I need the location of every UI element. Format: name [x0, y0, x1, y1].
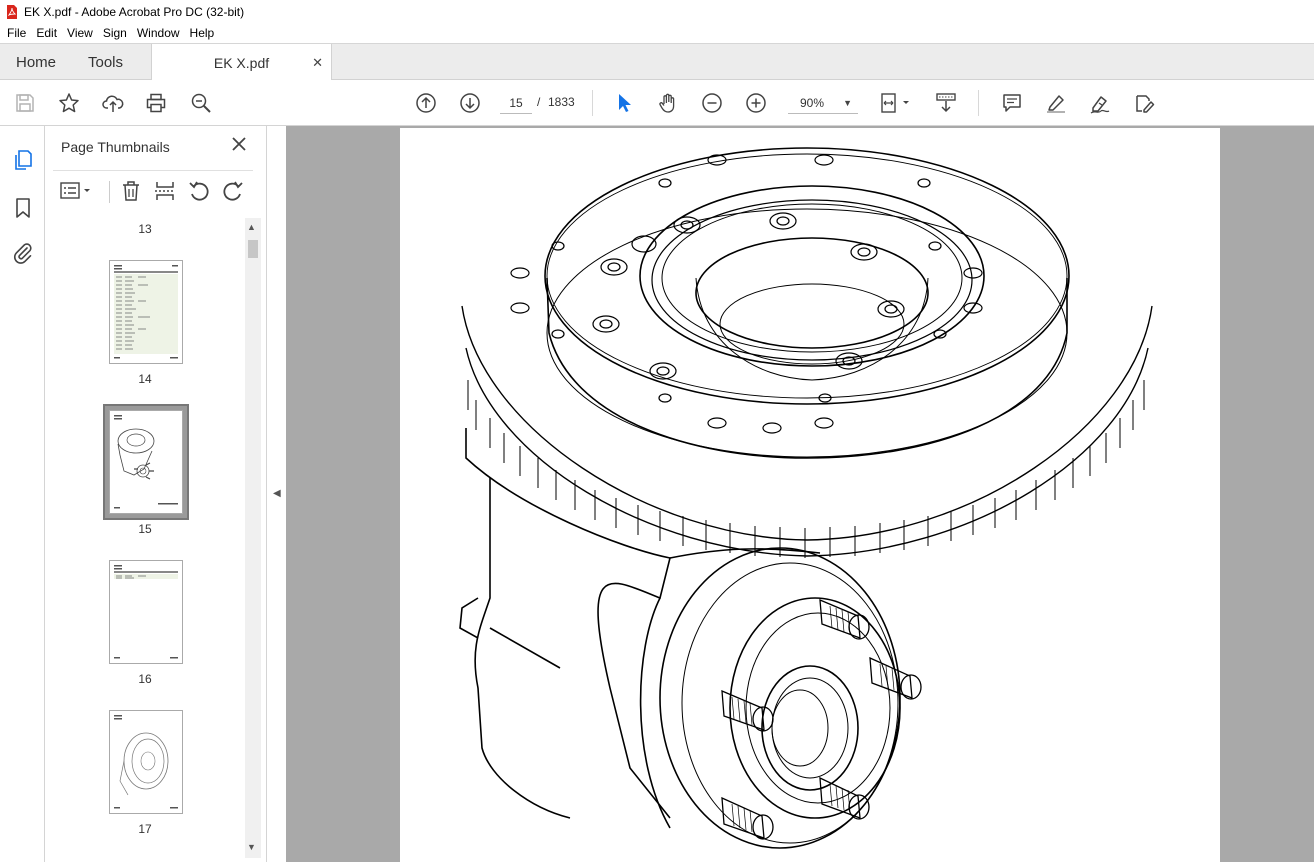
rotate-counterclockwise-icon[interactable] — [187, 179, 211, 203]
menu-window[interactable]: Window — [132, 26, 185, 40]
menu-bar: File Edit View Sign Window Help — [0, 23, 1314, 43]
thumbnail-scrollbar[interactable]: ▲ ▼ — [245, 218, 261, 858]
menu-help[interactable]: Help — [185, 26, 220, 40]
scroll-up-icon[interactable]: ▲ — [247, 222, 256, 232]
arrow-down-circle-icon[interactable] — [458, 91, 482, 115]
comment-icon[interactable] — [1000, 91, 1024, 115]
collapse-left-icon[interactable]: ◀ — [273, 488, 281, 499]
zoom-in-icon[interactable] — [744, 91, 768, 115]
scroll-mode-icon[interactable] — [934, 91, 958, 115]
table-thumbnail-image — [114, 565, 178, 659]
edit-pdf-icon[interactable] — [1132, 91, 1156, 115]
thumbnails-panel: Page Thumbnails 13 14 15 16 17 ▲ ▼ — [45, 126, 267, 862]
sign-icon[interactable] — [1088, 91, 1112, 115]
window-title: EK X.pdf - Adobe Acrobat Pro DC (32-bit) — [24, 4, 245, 19]
thumbnail-page-number: 14 — [138, 372, 152, 386]
parts-list-thumbnail-image — [114, 265, 178, 359]
acrobat-icon — [7, 4, 17, 19]
bookmark-icon[interactable] — [11, 196, 35, 220]
page-total: 1833 — [548, 95, 575, 109]
thumbnail-page-number: 17 — [138, 822, 152, 836]
highlight-icon[interactable] — [1044, 91, 1068, 115]
pointer-icon[interactable] — [612, 91, 636, 115]
navigation-rail — [0, 126, 45, 862]
thumbnail-page[interactable] — [109, 560, 183, 664]
zoom-level-value: 90% — [800, 96, 825, 110]
thumbnail-list[interactable]: 13 14 15 16 17 — [45, 216, 245, 862]
options-menu-icon[interactable] — [59, 179, 95, 203]
title-bar: EK X.pdf - Adobe Acrobat Pro DC (32-bit) — [0, 0, 1314, 23]
hand-icon[interactable] — [656, 91, 680, 115]
panel-collapse-handle[interactable]: ◀ — [268, 126, 286, 862]
attachment-icon[interactable] — [11, 240, 35, 264]
menu-view[interactable]: View — [62, 26, 98, 40]
drive-unit-thumbnail-image — [114, 415, 178, 509]
save-icon[interactable] — [13, 91, 37, 115]
menu-file[interactable]: File — [2, 26, 31, 40]
tab-document-label: EK X.pdf — [213, 54, 270, 71]
page-separator: / — [537, 95, 541, 109]
thumbnail-tools — [53, 170, 253, 210]
trash-icon[interactable] — [119, 179, 143, 203]
page-thumbnails-icon[interactable] — [11, 148, 35, 172]
thumbnail-page-number: 15 — [138, 522, 152, 536]
toolbar-divider — [978, 90, 979, 116]
tab-tools[interactable]: Tools — [88, 44, 123, 80]
document-view[interactable] — [286, 126, 1314, 862]
drive-unit-drawing — [459, 147, 1153, 849]
zoom-search-icon[interactable] — [189, 91, 213, 115]
upload-icon[interactable] — [101, 91, 125, 115]
page-number-input[interactable]: 15 — [500, 92, 532, 114]
tab-home[interactable]: Home — [16, 44, 56, 80]
tab-document[interactable]: EK X.pdf ✕ — [151, 44, 332, 81]
menu-sign[interactable]: Sign — [98, 26, 132, 40]
main-toolbar: 15 / 1833 90% ▼ — [0, 80, 1314, 126]
scroll-down-icon[interactable]: ▼ — [247, 842, 256, 852]
thumbnail-page-selected[interactable] — [109, 410, 183, 514]
insert-page-icon[interactable] — [153, 179, 177, 203]
fit-page-icon[interactable] — [878, 91, 914, 115]
chevron-down-icon: ▼ — [843, 98, 852, 108]
close-icon[interactable] — [231, 136, 247, 152]
tools-divider — [109, 181, 110, 203]
thumbnail-page[interactable] — [109, 260, 183, 364]
thumbnail-page-number: 13 — [138, 222, 152, 236]
close-tab-icon[interactable]: ✕ — [312, 55, 323, 71]
star-icon[interactable] — [57, 91, 81, 115]
wheel-thumbnail-image — [114, 715, 178, 809]
tab-bar: Home Tools EK X.pdf ✕ — [0, 43, 1314, 81]
zoom-level-select[interactable]: 90% ▼ — [788, 92, 858, 114]
menu-edit[interactable]: Edit — [31, 26, 62, 40]
rotate-clockwise-icon[interactable] — [221, 179, 245, 203]
document-page — [400, 128, 1220, 862]
thumbnail-page[interactable] — [109, 710, 183, 814]
toolbar-divider — [592, 90, 593, 116]
scrollbar-thumb[interactable] — [248, 240, 258, 258]
print-icon[interactable] — [144, 91, 168, 115]
panel-title: Page Thumbnails — [61, 139, 170, 155]
thumbnail-page-number: 16 — [138, 672, 152, 686]
zoom-out-icon[interactable] — [700, 91, 724, 115]
arrow-up-circle-icon[interactable] — [414, 91, 438, 115]
